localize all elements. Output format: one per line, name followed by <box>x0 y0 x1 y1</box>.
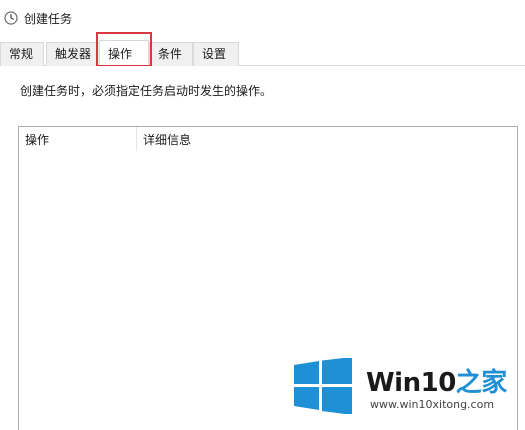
list-header: 操作 详细信息 <box>19 127 517 151</box>
tab-general[interactable]: 常规 <box>0 42 44 66</box>
watermark-brand-accent: 之家 <box>455 368 508 398</box>
clock-icon <box>4 11 18 25</box>
tab-conditions[interactable]: 条件 <box>149 42 193 66</box>
watermark-url: www.win10xitong.com <box>370 398 495 411</box>
tab-settings[interactable]: 设置 <box>193 42 239 66</box>
tab-actions[interactable]: 操作 <box>99 40 149 65</box>
watermark-brand: Win10之家 <box>366 362 507 399</box>
title-bar: 创建任务 <box>0 0 525 36</box>
create-task-window: 创建任务 常规 触发器 操作 条件 设置 创建任务时，必须指定任务启动时发生的操… <box>0 0 525 430</box>
tab-triggers[interactable]: 触发器 <box>46 42 100 66</box>
windows-logo <box>294 358 352 414</box>
watermark: Win10之家 www.win10xitong.com <box>292 358 518 418</box>
window-title: 创建任务 <box>24 11 73 26</box>
watermark-brand-main: Win10 <box>366 368 456 398</box>
column-header-details[interactable]: 详细信息 <box>137 127 517 151</box>
column-header-action[interactable]: 操作 <box>19 127 137 151</box>
tab-strip: 常规 触发器 操作 条件 设置 <box>0 40 525 66</box>
panel-description: 创建任务时，必须指定任务启动时发生的操作。 <box>20 84 273 98</box>
